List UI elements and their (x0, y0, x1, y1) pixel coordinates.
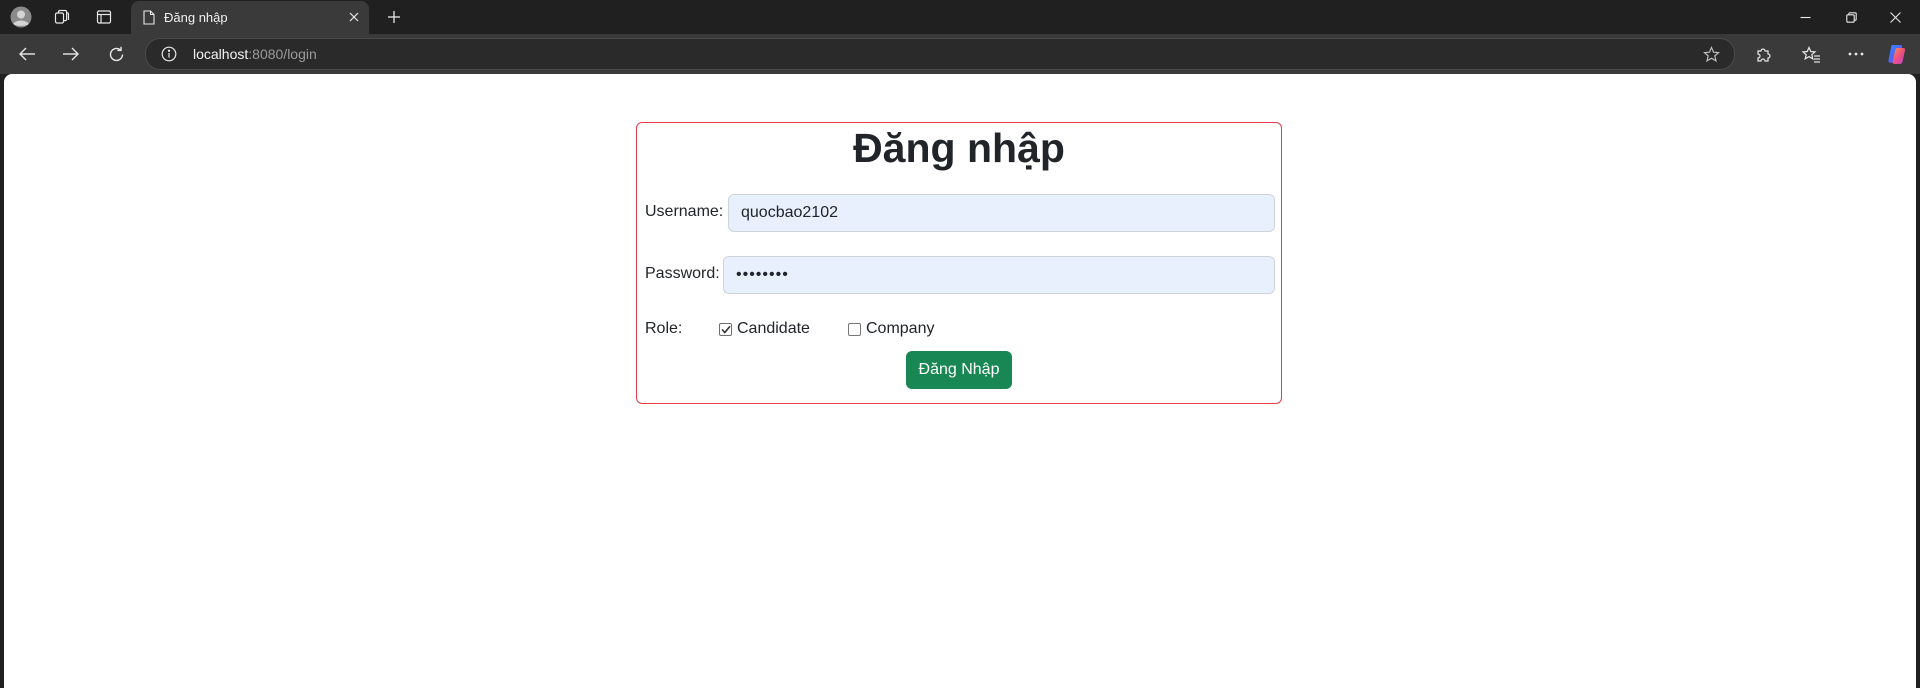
tab-bar: Đăng nhập (0, 0, 1920, 34)
favorites-icon[interactable] (1798, 42, 1824, 66)
login-form: Đăng nhập Username: Password: Role: Cand… (636, 122, 1282, 404)
login-button[interactable]: Đăng Nhập (906, 351, 1012, 389)
password-label: Password: (645, 265, 720, 282)
password-input[interactable] (723, 256, 1275, 294)
address-host: localhost (193, 46, 249, 62)
candidate-label[interactable]: Candidate (737, 320, 810, 338)
minimize-icon[interactable] (1790, 5, 1820, 29)
page-viewport: Đăng nhập Username: Password: Role: Cand… (4, 74, 1916, 688)
forward-arrow-icon[interactable] (58, 42, 84, 66)
address-url[interactable]: localhost:8080/login (193, 46, 317, 62)
company-label[interactable]: Company (866, 320, 934, 338)
browser-window: Đăng nhập localhost:8080/login Đăng nhập… (0, 0, 1920, 688)
workspaces-icon[interactable] (50, 6, 74, 28)
restore-icon[interactable] (1836, 5, 1866, 29)
username-label: Username: (645, 203, 724, 220)
puzzle-icon[interactable] (1750, 42, 1776, 66)
username-input[interactable] (728, 194, 1275, 232)
window-close-icon[interactable] (1880, 5, 1910, 29)
more-icon[interactable] (1843, 42, 1869, 66)
company-checkbox[interactable] (848, 323, 861, 336)
page-icon (141, 9, 157, 25)
copilot-icon[interactable] (1884, 42, 1910, 66)
address-bar[interactable]: localhost:8080/login (145, 38, 1735, 70)
role-label: Role: (645, 320, 683, 337)
browser-toolbar: localhost:8080/login (0, 34, 1920, 74)
page-title: Đăng nhập (853, 125, 1065, 171)
candidate-checkbox[interactable] (719, 323, 732, 336)
close-icon[interactable] (345, 8, 363, 26)
refresh-icon[interactable] (103, 42, 129, 66)
info-icon[interactable] (160, 45, 178, 63)
plus-icon[interactable] (383, 6, 405, 28)
address-path: :8080/login (248, 46, 317, 62)
tab-actions-icon[interactable] (92, 6, 116, 28)
star-icon[interactable] (1702, 45, 1720, 63)
avatar-icon[interactable] (9, 6, 33, 28)
back-arrow-icon[interactable] (14, 42, 40, 66)
active-tab[interactable]: Đăng nhập (131, 1, 369, 34)
tab-title: Đăng nhập (164, 10, 228, 25)
